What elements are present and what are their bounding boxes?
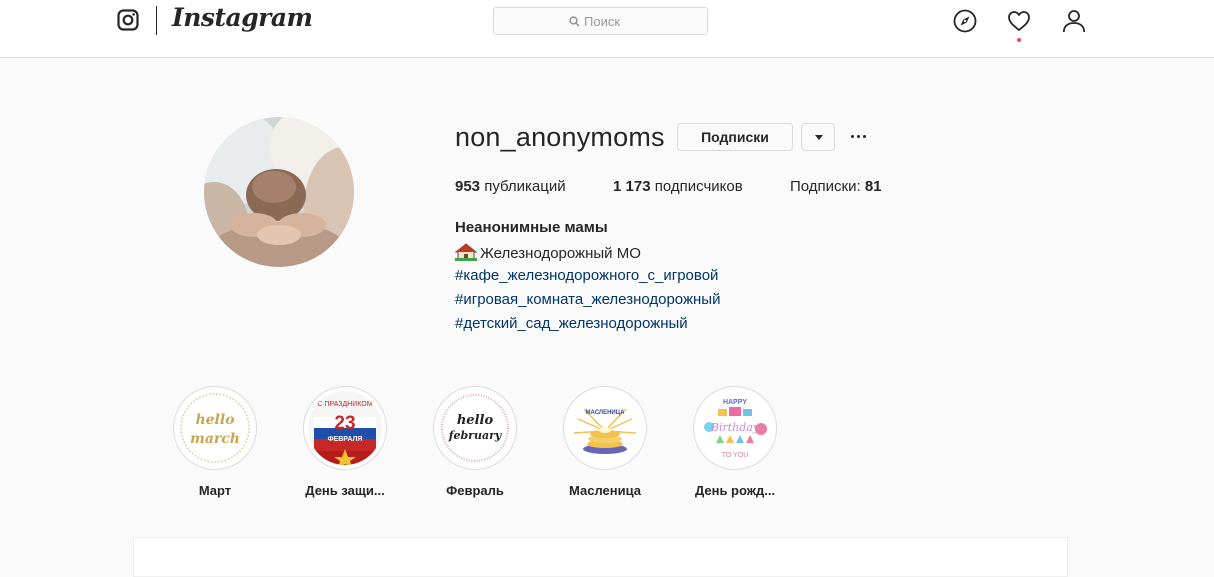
art-text: TO YOU (722, 452, 749, 459)
bio-hashtag-line: #детский_сад_железнодорожный (455, 315, 688, 332)
avatar-photo (204, 117, 354, 267)
art-text: Birthday (710, 421, 760, 434)
compass-icon[interactable] (953, 9, 977, 33)
highlight-label: Март (198, 483, 232, 498)
art-text: february (448, 429, 503, 442)
followers-label: подписчиков (654, 178, 743, 195)
art-text: С ПРАЗДНИКОМ (317, 401, 372, 408)
highlight-artwork: hello march (180, 393, 250, 463)
art-text: march (190, 431, 240, 447)
highlight-cover[interactable]: С ПРАЗДНИКОМ 23 ФЕВРАЛЯ (303, 386, 387, 470)
art-text: МАСЛЕНИЦА (586, 410, 626, 416)
user-icon[interactable] (1062, 9, 1086, 33)
posts-label: публикаций (484, 178, 566, 195)
profile-full-name: Неанонимные мамы (455, 219, 608, 236)
art-text: HAPPY (723, 399, 747, 406)
highlight-cover[interactable]: hello march (173, 386, 257, 470)
following-button[interactable]: Подписки (677, 123, 793, 151)
bio-hashtag-line: #игровая_комната_железнодорожный (455, 291, 720, 308)
house-emoji-icon (455, 243, 477, 261)
hashtag-link[interactable]: #игровая_комната_железнодорожный (455, 291, 720, 308)
logo-divider (156, 6, 157, 35)
highlight-artwork: HAPPY Birthday TO YOU (704, 399, 767, 459)
following-label: Подписки: (790, 178, 861, 195)
bio-hashtag-line: #кафе_железнодорожного_с_игровой (455, 267, 718, 284)
followers-count: 1 173 (613, 178, 651, 195)
chevron-down-icon (815, 135, 823, 140)
highlight-label: Февраль (446, 483, 504, 498)
following-count: 81 (864, 178, 882, 195)
notification-dot (1017, 38, 1021, 42)
highlight-artwork: hello february (441, 394, 509, 462)
search-input[interactable] (584, 8, 694, 34)
highlight-cover[interactable]: HAPPY Birthday TO YOU (693, 386, 777, 470)
profile-avatar[interactable] (204, 117, 354, 267)
art-text: 23 (334, 413, 355, 434)
search-box[interactable] (493, 7, 708, 35)
search-icon (569, 16, 580, 27)
suggestions-dropdown-button[interactable] (801, 123, 835, 151)
heart-icon[interactable] (1007, 9, 1031, 33)
posts-count: 953 (455, 178, 481, 195)
art-text: hello (457, 413, 494, 428)
posts-grid-container (133, 537, 1068, 577)
highlight-label: День рожд... (694, 483, 776, 498)
more-options-icon[interactable] (849, 127, 869, 147)
highlight-cover[interactable]: МАСЛЕНИЦА (563, 386, 647, 470)
hashtag-link[interactable]: #детский_сад_железнодорожный (455, 315, 688, 332)
highlight-artwork: С ПРАЗДНИКОМ 23 ФЕВРАЛЯ (308, 391, 382, 465)
highlight-cover[interactable]: hello february (433, 386, 517, 470)
top-navigation-bar: Instagram (0, 0, 1214, 58)
hashtag-link[interactable]: #кафе_железнодорожного_с_игровой (455, 267, 718, 284)
location-text: Железнодорожный МО (480, 245, 641, 262)
followers-stat[interactable]: 1 173 подписчиков (613, 178, 743, 195)
art-text: hello (195, 412, 234, 428)
highlight-artwork: МАСЛЕНИЦА (573, 408, 637, 454)
art-text: ФЕВРАЛЯ (328, 436, 363, 443)
profile-username: non_anonymoms (455, 122, 665, 152)
posts-stat: 953 публикаций (455, 178, 566, 195)
following-stat[interactable]: Подписки: 81 (790, 178, 882, 195)
instagram-wordmark[interactable]: Instagram (172, 3, 313, 32)
bio-location: Железнодорожный МО (455, 243, 641, 262)
highlight-label: День защи... (305, 483, 385, 498)
highlight-label: Масленица (569, 483, 641, 498)
instagram-glyph-icon[interactable] (117, 9, 139, 31)
